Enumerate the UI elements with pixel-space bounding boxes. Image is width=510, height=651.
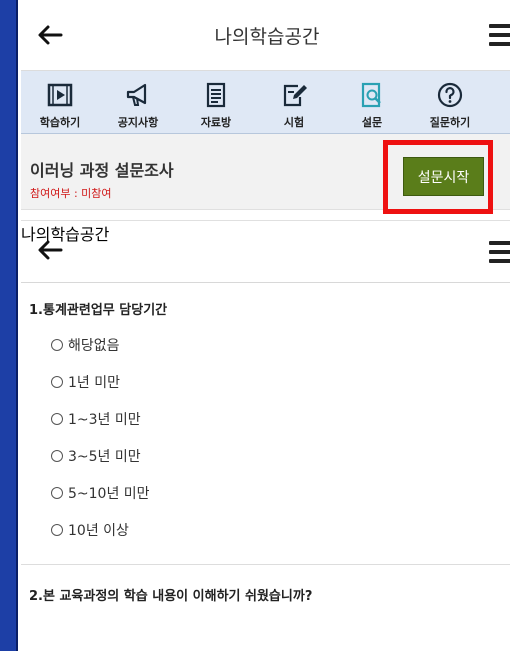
option-radio[interactable]: 10년 이상 — [51, 520, 510, 540]
top-bar-secondary: 나의학습공간 — [21, 220, 510, 283]
option-radio[interactable]: 1~3년 미만 — [51, 409, 510, 429]
page-title: 나의학습공간 — [21, 225, 110, 244]
option-label: 5~10년 미만 — [68, 486, 150, 502]
question-1: 1.통계관련업무 담당기간 — [29, 303, 168, 318]
nav-item-exam[interactable]: 시험 — [255, 81, 333, 130]
question-2: 2.본 교육과정의 학습 내용이 이해하기 쉬웠습니까? — [29, 589, 313, 604]
survey-start-button[interactable]: 설문시작 — [403, 157, 484, 196]
survey-title: 이러닝 과정 설문조사 — [30, 161, 174, 180]
nav-item-question[interactable]: 질문하기 — [411, 81, 489, 130]
radio-circle-icon — [51, 524, 63, 536]
back-arrow-icon[interactable] — [33, 233, 67, 267]
radio-circle-icon — [51, 450, 63, 462]
radio-circle-icon — [51, 413, 63, 425]
nav-label: 학습하기 — [39, 116, 81, 129]
nav-item-study[interactable]: 학습하기 — [21, 81, 99, 130]
radio-circle-icon — [51, 339, 63, 351]
nav-label: 자료방 — [200, 116, 232, 129]
nav-item-survey[interactable]: 설문 — [333, 81, 411, 130]
nav-label: 질문하기 — [429, 116, 471, 129]
nav-item-resources[interactable]: 자료방 — [177, 81, 255, 130]
megaphone-icon — [126, 83, 147, 106]
icon-navigation: 학습하기 공지사항 자료방 시험 설문 질문하기 — [21, 71, 510, 134]
play-icon — [47, 83, 73, 107]
option-label: 1~3년 미만 — [68, 412, 141, 428]
radio-circle-icon — [51, 376, 63, 388]
option-radio[interactable]: 해당없음 — [51, 335, 510, 355]
app-frame: 나의학습공간 학습하기 공지사항 자료방 시험 설문 질문하기 이러닝 과정 설… — [18, 0, 510, 651]
survey-questions: 1.통계관련업무 담당기간 해당없음 1년 미만 1~3년 미만 3~5년 미만… — [21, 299, 510, 604]
nav-label: 시험 — [283, 116, 305, 129]
menu-icon[interactable] — [489, 24, 510, 46]
question-icon — [437, 82, 463, 108]
nav-item-notice[interactable]: 공지사항 — [99, 81, 177, 130]
option-radio[interactable]: 1년 미만 — [51, 372, 510, 392]
top-bar: 나의학습공간 — [21, 0, 510, 71]
participation-status: 참여여부 : 미참여 — [30, 187, 112, 200]
option-radio[interactable]: 3~5년 미만 — [51, 446, 510, 466]
edit-icon — [283, 84, 307, 107]
nav-label: 설문 — [361, 116, 383, 129]
option-label: 1년 미만 — [68, 375, 120, 391]
page-title: 나의학습공간 — [214, 25, 320, 48]
document-icon — [206, 82, 226, 108]
nav-label: 공지사항 — [117, 116, 159, 129]
menu-icon[interactable] — [489, 241, 510, 263]
option-radio[interactable]: 5~10년 미만 — [51, 483, 510, 503]
option-label: 3~5년 미만 — [68, 449, 141, 465]
option-label: 해당없음 — [68, 338, 120, 354]
survey-search-icon — [361, 82, 381, 108]
option-label: 10년 이상 — [68, 523, 129, 539]
radio-circle-icon — [51, 487, 63, 499]
divider — [21, 564, 510, 565]
